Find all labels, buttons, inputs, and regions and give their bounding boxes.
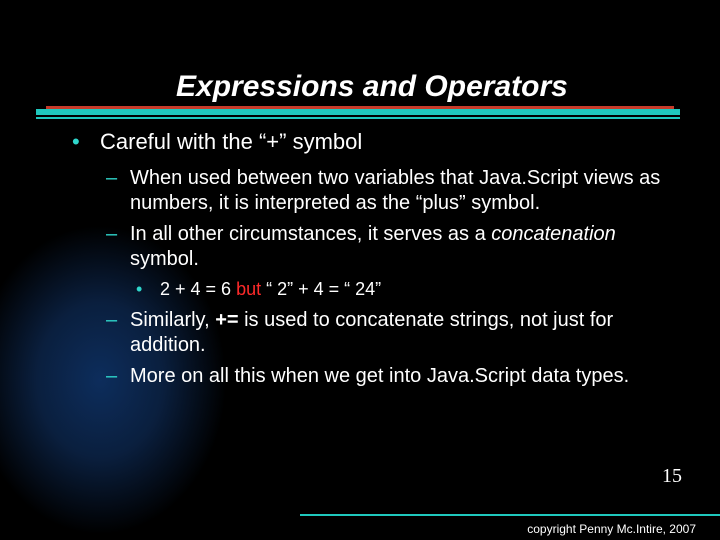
bullet-text: Similarly, — [130, 309, 215, 331]
bullet-text: Careful with the “+” symbol — [100, 129, 362, 154]
footer-rule — [300, 514, 720, 516]
example-rhs: “ 2” + 4 = “ 24” — [266, 279, 381, 299]
underline-teal-thin — [36, 117, 680, 119]
bullet-text: More on all this when we get into Java.​… — [130, 365, 629, 387]
bullet-level1: Careful with the “+” symbol — [72, 128, 680, 156]
slide-title: Expressions and Operators — [176, 70, 568, 104]
bullet-level2: When used between two variables that Jav… — [72, 166, 680, 216]
copyright-text: copyright Penny Mc.​Intire, 2007 — [527, 522, 696, 536]
slide-body: Careful with the “+” symbol When used be… — [72, 128, 680, 395]
page-number: 15 — [662, 465, 682, 488]
emphasis-bold: += — [215, 309, 238, 331]
example-lhs: 2 + 4 = 6 — [160, 279, 231, 299]
example-but: but — [231, 279, 266, 299]
bullet-level3: 2 + 4 = 6 but “ 2” + 4 = “ 24” — [72, 278, 680, 301]
bullet-level2: In all other circumstances, it serves as… — [72, 222, 680, 272]
bullet-text: symbol. — [130, 248, 199, 270]
bullet-text: In all other circumstances, it serves as… — [130, 223, 491, 245]
underline-teal-thick — [36, 109, 680, 115]
bullet-text: When used between two variables that Jav… — [130, 167, 660, 214]
bullet-level2: Similarly, += is used to concatenate str… — [72, 308, 680, 358]
bullet-level2: More on all this when we get into Java.​… — [72, 364, 680, 389]
emphasis-italic: concatenation — [491, 223, 616, 245]
